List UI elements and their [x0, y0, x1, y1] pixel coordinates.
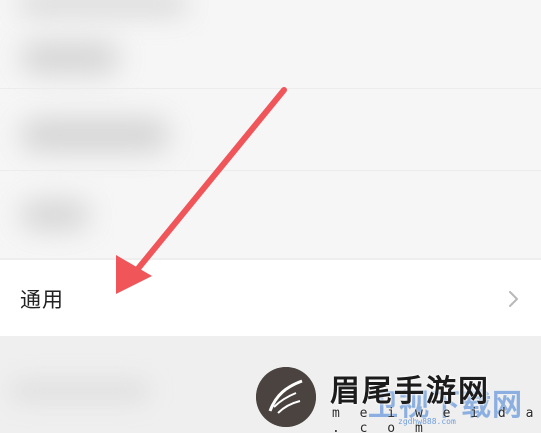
general-settings-row[interactable]: 通用 [0, 260, 541, 336]
blurred-item [20, 200, 90, 230]
row-divider [0, 88, 541, 89]
blurred-item [10, 380, 150, 402]
chevron-right-icon [509, 291, 518, 307]
blurred-settings-list [0, 0, 541, 258]
watermark-overlay-url: zgdhw888.com [398, 417, 456, 426]
blurred-item [18, 0, 188, 14]
watermark: 卫视下载网 眉尾手游网 m e i w e i d a . c o m zgdh… [248, 362, 541, 433]
blurred-item [20, 42, 120, 74]
leaf-logo-icon [256, 367, 316, 427]
row-divider [0, 170, 541, 171]
general-label: 通用 [20, 288, 64, 312]
settings-screen: 通用 卫视下载网 眉尾手游网 m e i w e i d a . c o m z… [0, 0, 541, 433]
blurred-item [20, 118, 170, 152]
watermark-title: 眉尾手游网 [330, 374, 490, 409]
